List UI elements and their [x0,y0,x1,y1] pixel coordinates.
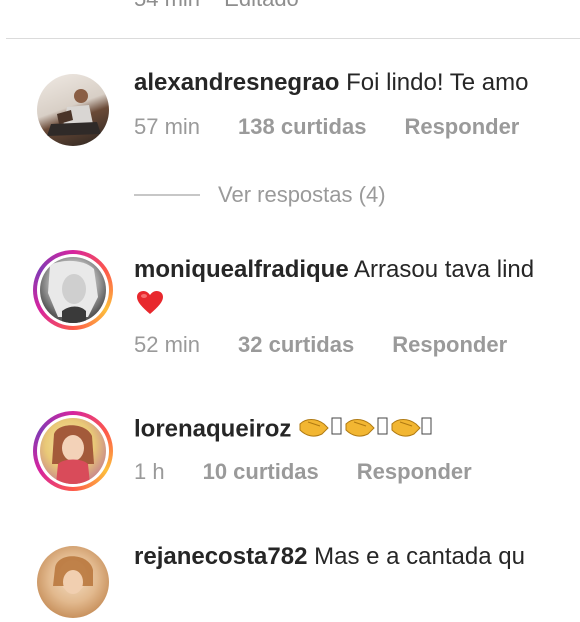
comment-text: alexandresnegrao Foi lindo! Te amo [134,68,528,98]
likes-count[interactable]: 10 curtidas [203,459,319,484]
comment-meta: 52 min 32 curtidas Responder [134,332,507,358]
comment-time: 52 min [134,332,201,357]
username[interactable]: lorenaqueiroz [134,415,291,442]
likes-count[interactable]: 32 curtidas [238,332,354,357]
reply-button[interactable]: Responder [404,114,519,139]
previous-comment-edited: Editado [224,0,299,11]
comment-body: Foi lindo! Te amo [346,69,529,96]
reply-button[interactable]: Responder [357,459,472,484]
comment-time: 1 h [134,459,165,484]
comment-text: lorenaqueiroz [134,412,432,448]
view-replies-label: Ver respostas (4) [218,182,386,207]
comment-text: rejanecosta782 Mas e a cantada qu [134,542,525,572]
avatar-photo [53,556,93,594]
clapping-hands-emoji-icon [298,412,432,448]
username[interactable]: moniquealfradique [134,256,349,283]
view-replies-line [134,194,200,196]
view-replies-button[interactable]: Ver respostas (4) [134,182,386,208]
comment-body: Mas e a cantada qu [314,543,525,570]
avatar-story-ring[interactable] [33,411,113,491]
likes-count[interactable]: 138 curtidas [238,114,366,139]
avatar-photo [52,425,94,484]
avatar[interactable] [33,542,113,622]
avatar-photo [48,260,98,323]
previous-comment-time: 54 min [134,0,200,11]
comment-meta: 1 h 10 curtidas Responder [134,459,472,485]
comment-text: moniquealfradique Arrasou tava lind [134,255,534,285]
avatar-story-ring[interactable] [33,250,113,330]
previous-comment-meta: 54 min Editado [134,0,299,12]
avatar [40,257,106,323]
avatar[interactable] [33,70,113,150]
comment-body: Arrasou tava lind [354,256,535,283]
divider [6,38,580,39]
comment-meta: 57 min 138 curtidas Responder [134,114,519,140]
heart-emoji-icon [136,290,164,321]
username[interactable]: alexandresnegrao [134,69,339,96]
username[interactable]: rejanecosta782 [134,543,307,570]
avatar-photo [47,89,101,136]
reply-button[interactable]: Responder [392,332,507,357]
avatar [40,418,106,484]
comment-time: 57 min [134,114,201,139]
